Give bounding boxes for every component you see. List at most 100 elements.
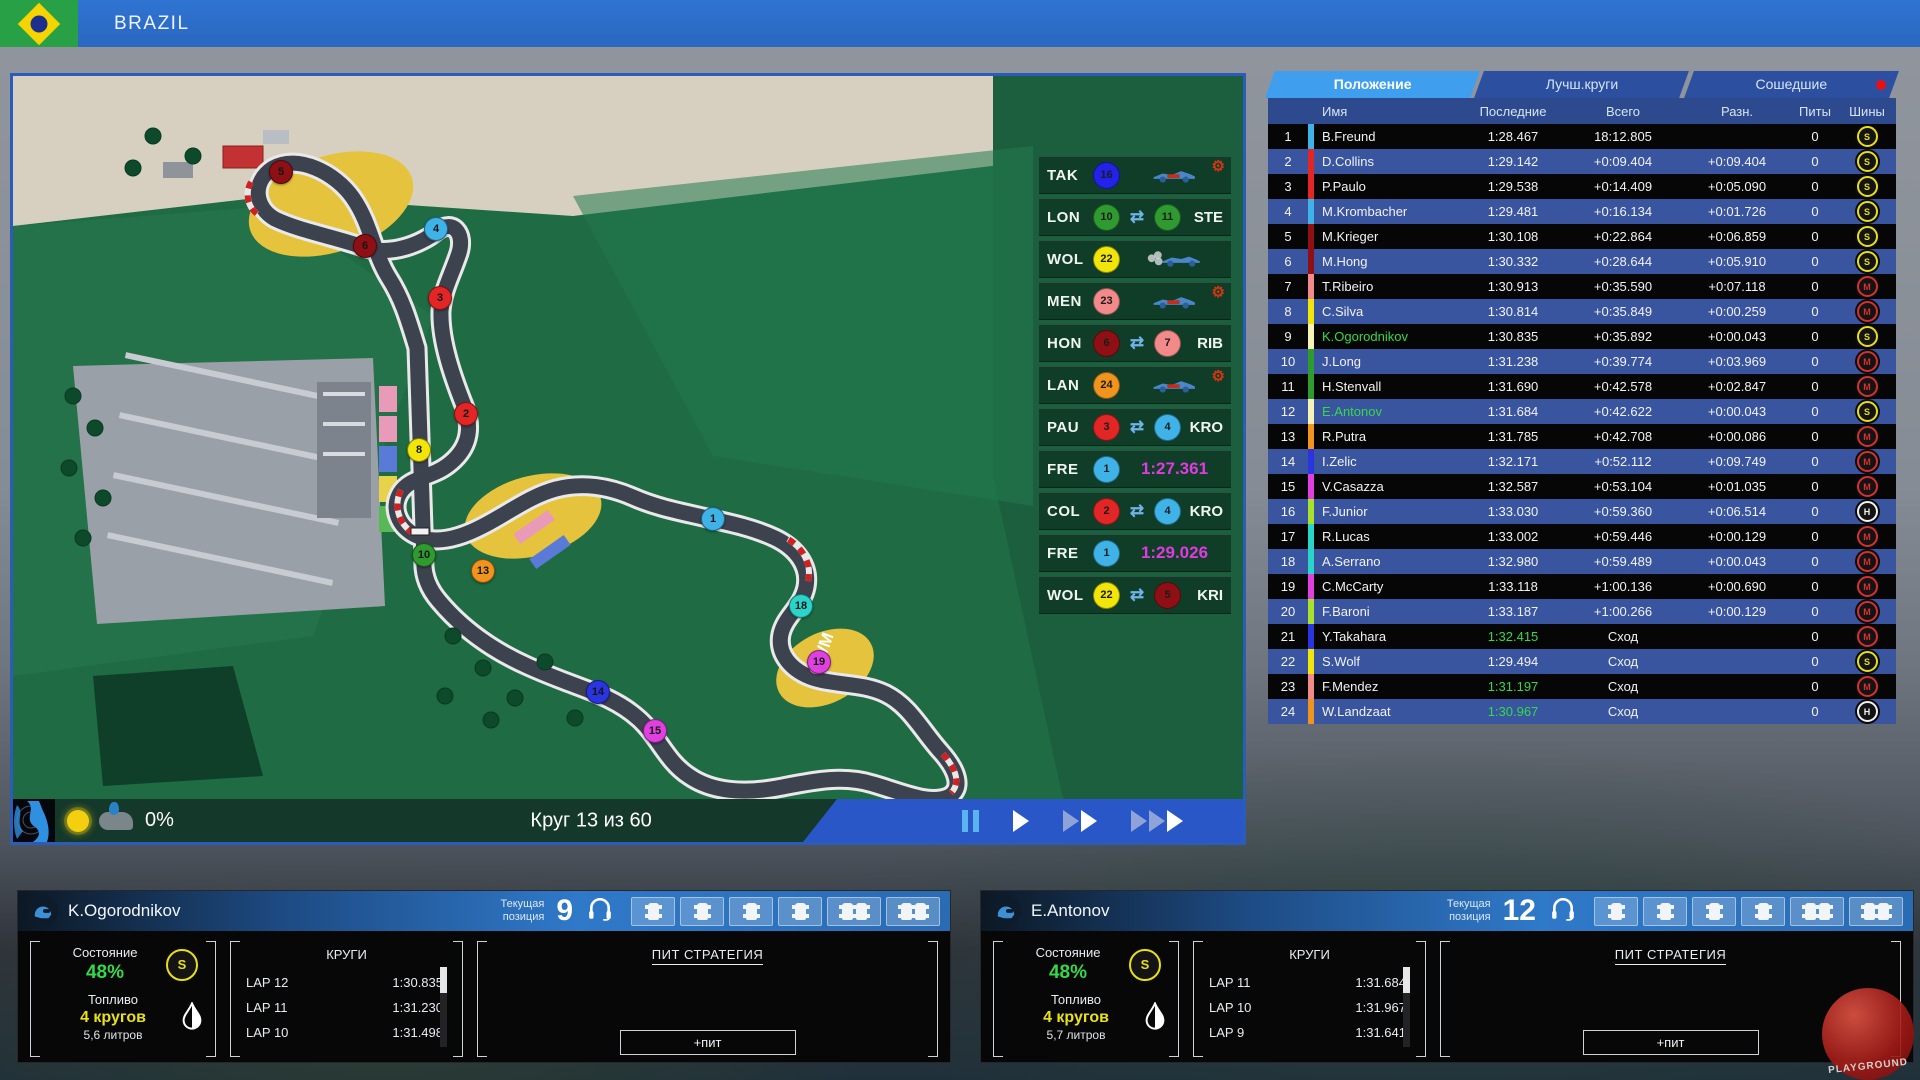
standings-row[interactable]: 16F.Junior1:33.030+0:59.360+0:06.5140H	[1268, 499, 1896, 524]
event-row[interactable]: HON6⇄7RIB	[1039, 324, 1231, 362]
ers-mode-button[interactable]	[778, 897, 822, 926]
add-pit-button[interactable]: +пит	[620, 1030, 796, 1055]
car-marker[interactable]: 19	[807, 650, 831, 674]
position-cell: 16	[1268, 504, 1308, 519]
tab-best-laps[interactable]: Лучш.круги	[1479, 71, 1684, 98]
standings-row[interactable]: 13R.Putra1:31.785+0:42.708+0:00.0860M	[1268, 424, 1896, 449]
standings-row[interactable]: 18A.Serrano1:32.980+0:59.489+0:00.0430M	[1268, 549, 1896, 574]
car-marker[interactable]: 5	[269, 160, 293, 184]
standings-row[interactable]: 23F.Mendez1:31.197Сход0M	[1268, 674, 1896, 699]
car-marker[interactable]: 15	[643, 719, 667, 743]
position-cell: 8	[1268, 304, 1308, 319]
event-row[interactable]: WOL22	[1039, 240, 1231, 278]
car-marker[interactable]: 13	[471, 559, 495, 583]
event-row[interactable]: LON10⇄11STE	[1039, 198, 1231, 236]
standings-row[interactable]: 21Y.Takahara1:32.415Сход0M	[1268, 624, 1896, 649]
standings-row[interactable]: 19C.McCarty1:33.118+1:00.136+0:00.6900M	[1268, 574, 1896, 599]
fastest-forward-button[interactable]	[1131, 810, 1183, 832]
event-row[interactable]: TAK16⚙	[1039, 156, 1231, 194]
laps-scrollbar[interactable]	[440, 967, 447, 1047]
standings-row[interactable]: 22S.Wolf1:29.494Сход0S	[1268, 649, 1896, 674]
lap-label: LAP 10	[246, 1025, 288, 1040]
standings-row[interactable]: 4M.Krombacher1:29.481+0:16.134+0:01.7260…	[1268, 199, 1896, 224]
standings-row[interactable]: 24W.Landzaat1:30.967Сход0H	[1268, 699, 1896, 724]
standings-row[interactable]: 9K.Ogorodnikov1:30.835+0:35.892+0:00.043…	[1268, 324, 1896, 349]
playground-watermark: PLAYGROUND	[1822, 988, 1914, 1080]
headset-icon[interactable]	[1550, 897, 1576, 926]
laps-scrollbar[interactable]	[1403, 967, 1410, 1047]
car-top-icon	[1660, 903, 1671, 920]
last-lap-cell: 1:32.171	[1462, 454, 1564, 469]
tab-position[interactable]: Положение	[1270, 71, 1475, 98]
pits-count-cell: 0	[1792, 629, 1838, 644]
fuel-mode-button[interactable]	[1692, 897, 1736, 926]
gap-cell: +0:00.043	[1682, 404, 1792, 419]
event-row[interactable]: FRE11:27.361	[1039, 450, 1231, 488]
car-marker[interactable]: 18	[789, 594, 813, 618]
standings-row[interactable]: 12E.Antonov1:31.684+0:42.622+0:00.0430S	[1268, 399, 1896, 424]
standings-row[interactable]: 17R.Lucas1:33.002+0:59.446+0:00.1290M	[1268, 524, 1896, 549]
add-pit-button[interactable]: +пит	[1583, 1030, 1759, 1055]
car-marker[interactable]: 3	[428, 286, 452, 310]
standings-row[interactable]: 10J.Long1:31.238+0:39.774+0:03.9690M	[1268, 349, 1896, 374]
standings-row[interactable]: 15V.Casazza1:32.587+0:53.104+0:01.0350M	[1268, 474, 1896, 499]
current-position-label: Текущаяпозиция	[501, 898, 545, 923]
total-time-cell: +0:35.849	[1564, 304, 1682, 319]
position-cell: 10	[1268, 354, 1308, 369]
tire-compound-icon: M	[1857, 476, 1878, 497]
defend-mode-button[interactable]	[886, 897, 940, 926]
car-marker[interactable]: 6	[353, 234, 377, 258]
standings-row[interactable]: 3P.Paulo1:29.538+0:14.409+0:05.0900S	[1268, 174, 1896, 199]
ers-mode-button[interactable]	[1741, 897, 1785, 926]
tire-compound-icon: M	[1857, 301, 1878, 322]
car-marker[interactable]: 10	[412, 543, 436, 567]
standings-row[interactable]: 6M.Hong1:30.332+0:28.644+0:05.9100S	[1268, 249, 1896, 274]
event-row[interactable]: WOL22⇄5KRI	[1039, 576, 1231, 614]
event-row[interactable]: LAN24⚙	[1039, 366, 1231, 404]
standings-row[interactable]: 11H.Stenvall1:31.690+0:42.578+0:02.8470M	[1268, 374, 1896, 399]
last-lap-cell: 1:30.967	[1462, 704, 1564, 719]
engine-mode-button[interactable]	[631, 897, 675, 926]
standings-row[interactable]: 2D.Collins1:29.142+0:09.404+0:09.4040S	[1268, 149, 1896, 174]
car-marker[interactable]: 4	[424, 217, 448, 241]
standings-row[interactable]: 20F.Baroni1:33.187+1:00.266+0:00.1290M	[1268, 599, 1896, 624]
tire-cell: H	[1838, 701, 1896, 722]
brake-balance-button[interactable]	[680, 897, 724, 926]
headset-icon[interactable]	[587, 897, 613, 926]
driver-name-cell: W.Landzaat	[1314, 704, 1462, 719]
standings-row[interactable]: 7T.Ribeiro1:30.913+0:35.590+0:07.1180M	[1268, 274, 1896, 299]
total-time-cell: Сход	[1564, 654, 1682, 669]
standings-row[interactable]: 1B.Freund1:28.46718:12.8050S	[1268, 124, 1896, 149]
defend-mode-button[interactable]	[1849, 897, 1903, 926]
event-row[interactable]: COL2⇄4KRO	[1039, 492, 1231, 530]
event-row[interactable]: PAU3⇄4KRO	[1039, 408, 1231, 446]
standings-row[interactable]: 14I.Zelic1:32.171+0:52.112+0:09.7490M	[1268, 449, 1896, 474]
tire-cell: M	[1838, 301, 1896, 322]
car-marker[interactable]: 1	[701, 507, 725, 531]
pits-count-cell: 0	[1792, 304, 1838, 319]
play-button[interactable]	[1013, 810, 1029, 832]
tire-compound-icon: M	[1857, 601, 1878, 622]
engine-mode-button[interactable]	[1594, 897, 1638, 926]
car-marker[interactable]: 8	[407, 438, 431, 462]
event-row[interactable]: FRE11:29.026	[1039, 534, 1231, 572]
tab-retired[interactable]: Сошедшие	[1689, 71, 1894, 98]
car-marker[interactable]: 2	[454, 402, 478, 426]
attack-mode-button[interactable]	[1790, 897, 1844, 926]
pit-strategy-title: ПИТ СТРАТЕГИЯ	[652, 947, 763, 965]
total-time-cell: +0:16.134	[1564, 204, 1682, 219]
event-row[interactable]: MEN23⚙	[1039, 282, 1231, 320]
car-marker[interactable]: 14	[586, 680, 610, 704]
car-damage-icon: ⚙	[1126, 291, 1223, 311]
lap-time-row: LAP 101:31.498	[244, 1020, 449, 1045]
brake-balance-button[interactable]	[1643, 897, 1687, 926]
attack-mode-button[interactable]	[827, 897, 881, 926]
live-indicator	[1876, 80, 1886, 90]
standings-row[interactable]: 5M.Krieger1:30.108+0:22.864+0:06.8590S	[1268, 224, 1896, 249]
weather-radar-icon[interactable]	[13, 799, 55, 842]
position-cell: 2	[1268, 154, 1308, 169]
standings-row[interactable]: 8C.Silva1:30.814+0:35.849+0:00.2590M	[1268, 299, 1896, 324]
fast-forward-button[interactable]	[1063, 810, 1097, 832]
fuel-mode-button[interactable]	[729, 897, 773, 926]
pause-button[interactable]	[962, 810, 979, 832]
